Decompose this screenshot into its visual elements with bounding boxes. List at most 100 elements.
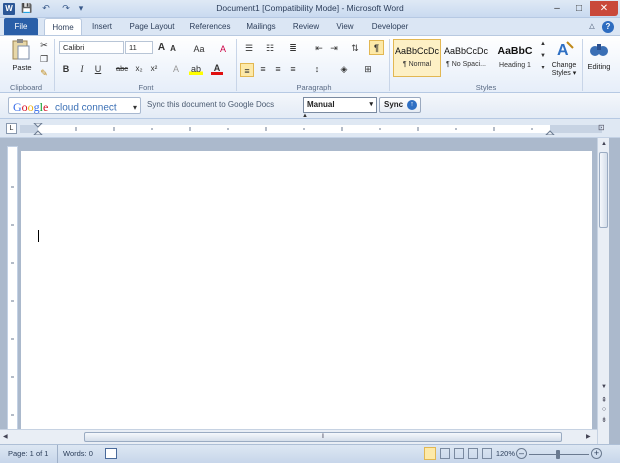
tab-review[interactable]: Review [288, 18, 324, 35]
google-cloud-connect-menu[interactable]: Google cloud connect ▾ [8, 97, 141, 114]
clear-formatting-icon[interactable]: A [217, 43, 229, 55]
scroll-right-icon[interactable]: ▶ [586, 433, 594, 442]
shading-icon[interactable]: ◈ [336, 63, 352, 75]
svg-text:cloud connect: cloud connect [55, 103, 117, 114]
paste-button-label[interactable]: Paste [9, 63, 35, 72]
vertical-scroll-thumb[interactable] [599, 152, 608, 228]
tab-view[interactable]: View [331, 18, 359, 35]
tab-selector-icon[interactable]: L [6, 123, 17, 134]
minimize-ribbon-icon[interactable]: △ [586, 18, 598, 35]
ruler-toggle-icon[interactable]: ⊡ [598, 123, 608, 134]
justify-button[interactable]: ≡ [287, 63, 299, 75]
styles-scroll-down-icon[interactable]: ▼ [539, 52, 547, 64]
tab-page-layout[interactable]: Page Layout [124, 18, 180, 35]
style-name: Heading 1 [499, 62, 531, 69]
horizontal-scrollbar[interactable]: ◀ ⦀ ▶ [0, 429, 597, 444]
styles-scroll-up-icon[interactable]: ▲ [539, 40, 547, 52]
sort-icon[interactable]: ⇅ [349, 42, 361, 54]
status-bar: Page: 1 of 1 Words: 0 120% – + [0, 444, 620, 463]
horizontal-scroll-thumb[interactable]: ⦀ [84, 432, 562, 442]
tab-home[interactable]: Home [44, 18, 82, 35]
previous-page-icon[interactable]: ⇞ [599, 396, 609, 406]
align-left-button[interactable]: ≡ [240, 63, 254, 77]
tab-mailings[interactable]: Mailings [241, 18, 281, 35]
zoom-level[interactable]: 120% [493, 449, 515, 458]
grow-font-icon[interactable]: A [156, 42, 167, 54]
zoom-in-button[interactable]: + [591, 448, 602, 459]
font-name-select[interactable]: Calibri [59, 41, 124, 54]
tab-file[interactable]: File [4, 18, 38, 35]
superscript-button[interactable]: x² [148, 63, 160, 75]
tab-insert[interactable]: Insert [86, 18, 118, 35]
tab-references[interactable]: References [185, 18, 235, 35]
document-page[interactable] [21, 151, 592, 444]
vertical-ruler[interactable] [7, 146, 18, 436]
align-center-button[interactable]: ≡ [257, 63, 269, 75]
customize-qat-icon[interactable]: ▾ [75, 2, 87, 15]
zoom-slider-thumb[interactable] [556, 450, 560, 459]
line-spacing-icon[interactable]: ↕ [309, 63, 325, 75]
underline-button[interactable]: U [92, 63, 104, 75]
minimize-button[interactable]: – [546, 1, 568, 16]
change-case-icon[interactable]: Aa [191, 43, 207, 55]
close-button[interactable]: ✕ [590, 1, 618, 16]
undo-icon[interactable]: ↶ [40, 2, 52, 15]
paste-icon[interactable] [10, 39, 32, 61]
bullets-icon[interactable]: ☰ [241, 42, 257, 54]
text-effects-icon[interactable]: A [170, 63, 182, 75]
bold-button[interactable]: B [60, 63, 72, 75]
maximize-button[interactable]: □ [569, 1, 589, 16]
borders-icon[interactable]: ⊞ [360, 63, 376, 75]
font-size-select[interactable]: 11 [125, 41, 153, 54]
zoom-out-button[interactable]: – [516, 448, 527, 459]
print-layout-view-icon[interactable] [424, 447, 436, 460]
web-layout-icon[interactable] [454, 448, 464, 459]
sync-button[interactable]: Sync ↑ [379, 97, 421, 113]
style-normal[interactable]: AaBbCcDc ¶ Normal [393, 39, 441, 77]
word-count[interactable]: Words: 0 [63, 449, 93, 458]
multilevel-list-icon[interactable]: ≣ [285, 42, 301, 54]
vertical-scrollbar[interactable]: ▲ ▼ ⇞ ○ ⇟ [597, 138, 609, 444]
tab-developer[interactable]: Developer [366, 18, 414, 35]
subscript-button[interactable]: x₂ [133, 63, 145, 75]
scroll-up-icon[interactable]: ▲ [599, 139, 609, 149]
scroll-down-icon[interactable]: ▼ [599, 384, 609, 394]
draft-view-icon[interactable] [482, 448, 492, 459]
cut-icon[interactable]: ✂ [39, 39, 49, 51]
shrink-font-icon[interactable]: A [168, 43, 178, 55]
change-styles-button[interactable]: Change Styles ▾ [548, 62, 580, 78]
outline-view-icon[interactable] [468, 448, 478, 459]
numbering-icon[interactable]: ☷ [262, 42, 278, 54]
group-divider [236, 39, 237, 91]
word-app-icon[interactable]: W [3, 3, 15, 15]
scroll-left-icon[interactable]: ◀ [3, 433, 11, 442]
help-icon[interactable]: ? [602, 21, 614, 33]
horizontal-ruler[interactable]: L ⊡ [0, 119, 620, 138]
copy-icon[interactable]: ❐ [39, 53, 49, 65]
decrease-indent-icon[interactable]: ⇤ [313, 42, 325, 54]
font-group-label: Font [138, 83, 154, 92]
editing-button[interactable]: Editing [584, 62, 614, 71]
styles-more-icon[interactable]: ▾ [539, 64, 547, 76]
align-right-button[interactable]: ≡ [272, 63, 284, 75]
font-color-button[interactable]: A [211, 63, 223, 75]
sync-up-icon: ↑ [407, 100, 417, 110]
browse-object-icon[interactable]: ○ [599, 406, 609, 416]
full-screen-reading-icon[interactable] [440, 448, 450, 459]
sync-mode-select[interactable]: Manual ▾ [303, 97, 377, 113]
change-styles-icon[interactable]: A [552, 39, 576, 59]
style-heading-1[interactable]: AaBbC Heading 1 [491, 39, 539, 77]
next-page-icon[interactable]: ⇟ [599, 416, 609, 426]
style-no-spacing[interactable]: AaBbCcDc ¶ No Spaci... [442, 39, 490, 77]
italic-button[interactable]: I [76, 63, 88, 75]
redo-icon[interactable]: ↷ [60, 2, 72, 15]
proofing-icon[interactable] [105, 448, 117, 459]
save-icon[interactable]: 💾 [21, 2, 33, 15]
binoculars-icon[interactable] [588, 39, 610, 59]
format-painter-icon[interactable]: ✎ [39, 67, 49, 79]
highlight-button[interactable]: ab [189, 63, 203, 75]
increase-indent-icon[interactable]: ⇥ [328, 42, 340, 54]
show-formatting-marks-button[interactable]: ¶ [369, 40, 384, 55]
strikethrough-button[interactable]: abc [114, 63, 130, 75]
page-count[interactable]: Page: 1 of 1 [8, 449, 48, 458]
